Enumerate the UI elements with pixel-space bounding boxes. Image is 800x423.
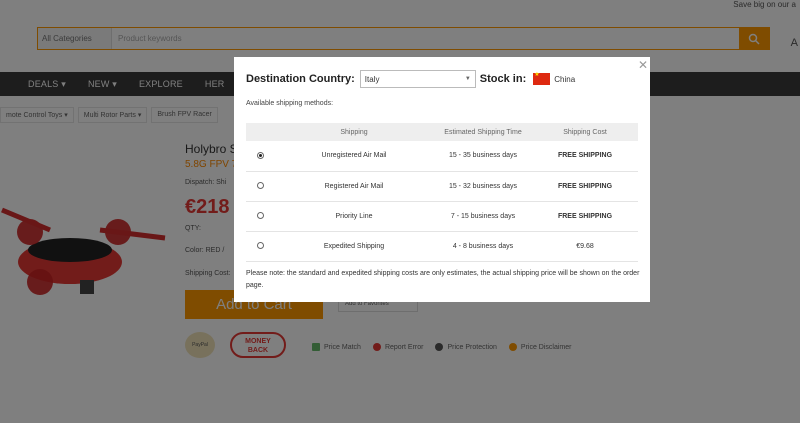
table-row[interactable]: Unregistered Air Mail 15 - 35 business d… — [246, 141, 638, 172]
stock-country: China — [554, 74, 576, 84]
destination-value: Italy — [364, 74, 380, 84]
shipping-note: Please note: the standard and expedited … — [246, 270, 640, 289]
destination-row: Destination Country: Italy ▼ Stock in: C… — [246, 70, 575, 88]
shipping-cost: €9.68 — [532, 231, 638, 262]
shipping-cost: FREE SHIPPING — [532, 171, 638, 202]
header-select — [246, 123, 274, 141]
header-time: Estimated Shipping Time — [434, 123, 532, 141]
china-flag-icon — [533, 71, 551, 85]
table-row[interactable]: Priority Line 7 - 15 business days FREE … — [246, 201, 638, 232]
shipping-radio-priority[interactable] — [256, 212, 264, 220]
header-cost: Shipping Cost — [532, 123, 638, 141]
shipping-radio-unregistered[interactable] — [256, 152, 264, 160]
shipping-time: 7 - 15 business days — [434, 201, 532, 232]
shipping-cost: FREE SHIPPING — [532, 201, 638, 232]
available-methods-label: Available shipping methods: — [246, 100, 334, 107]
chevron-down-icon: ▼ — [464, 76, 471, 82]
shipping-time: 4 - 8 business days — [434, 231, 532, 262]
shipping-radio-expedited[interactable] — [256, 242, 264, 250]
close-icon[interactable]: ✕ — [638, 58, 648, 72]
table-row[interactable]: Expedited Shipping 4 - 8 business days €… — [246, 231, 638, 262]
shipping-radio-registered[interactable] — [256, 182, 264, 190]
table-header-row: Shipping Estimated Shipping Time Shippin… — [246, 123, 638, 141]
shipping-method: Priority Line — [274, 201, 434, 232]
shipping-time: 15 - 35 business days — [434, 141, 532, 172]
shipping-method: Unregistered Air Mail — [274, 141, 434, 172]
shipping-method: Expedited Shipping — [274, 231, 434, 262]
shipping-method: Registered Air Mail — [274, 171, 434, 202]
shipping-table: Shipping Estimated Shipping Time Shippin… — [246, 123, 638, 262]
shipping-cost: FREE SHIPPING — [532, 141, 638, 172]
table-row[interactable]: Registered Air Mail 15 - 32 business day… — [246, 171, 638, 202]
destination-label: Destination Country: — [246, 73, 355, 85]
destination-country-select[interactable]: Italy ▼ — [359, 70, 476, 88]
header-shipping: Shipping — [274, 123, 434, 141]
stock-label: Stock in: — [479, 73, 527, 85]
shipping-time: 15 - 32 business days — [434, 171, 532, 202]
shipping-modal: ✕ Destination Country: Italy ▼ Stock in:… — [234, 57, 650, 302]
